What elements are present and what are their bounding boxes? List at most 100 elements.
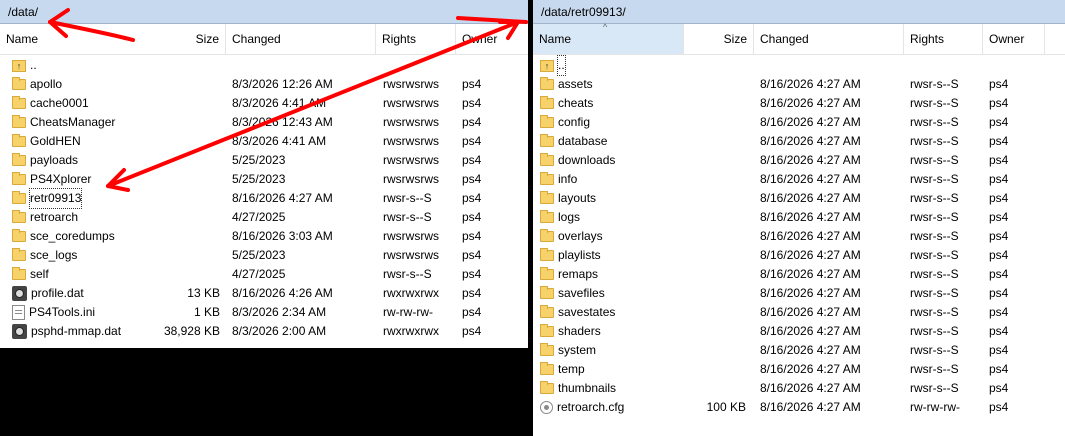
file-owner: ps4	[989, 400, 1009, 414]
file-name: self	[30, 267, 49, 281]
file-owner: ps4	[462, 210, 482, 224]
file-size	[683, 341, 746, 360]
folder-icon	[12, 96, 26, 109]
file-row[interactable]: remaps 8/16/2026 4:27 AM rwsr-s--S ps4	[533, 265, 1065, 284]
right-path-text: /data/retr09913/	[541, 4, 626, 19]
file-changed	[232, 56, 377, 75]
file-row[interactable]: sce_logs 5/25/2023 rwsrwsrws ps4	[0, 246, 528, 265]
file-size	[683, 56, 746, 75]
folder-icon	[540, 229, 554, 242]
file-row[interactable]: database 8/16/2026 4:27 AM rwsr-s--S ps4	[533, 132, 1065, 151]
file-owner: ps4	[989, 362, 1009, 376]
sort-ascending-icon: ^	[603, 22, 608, 32]
file-row[interactable]: layouts 8/16/2026 4:27 AM rwsr-s--S ps4	[533, 189, 1065, 208]
file-changed: 8/16/2026 4:27 AM	[760, 305, 861, 319]
file-name: config	[558, 115, 591, 129]
file-row[interactable]: logs 8/16/2026 4:27 AM rwsr-s--S ps4	[533, 208, 1065, 227]
file-row[interactable]: retroarch 4/27/2025 rwsr-s--S ps4	[0, 208, 528, 227]
file-changed: 8/16/2026 4:27 AM	[760, 324, 861, 338]
file-row[interactable]: cheats 8/16/2026 4:27 AM rwsr-s--S ps4	[533, 94, 1065, 113]
right-file-pane: /data/retr09913/ ^ Name Size Changed Rig…	[533, 0, 1065, 436]
file-row[interactable]: shaders 8/16/2026 4:27 AM rwsr-s--S ps4	[533, 322, 1065, 341]
file-row[interactable]: CheatsManager 8/3/2026 12:43 AM rwsrwsrws p…	[0, 113, 528, 132]
file-name-cell: config	[540, 113, 690, 132]
file-row[interactable]: downloads 8/16/2026 4:27 AM rwsr-s--S ps4	[533, 151, 1065, 170]
file-row[interactable]: retr09913 8/16/2026 4:27 AM rwsr-s--S ps4	[0, 188, 528, 209]
file-name-cell: info	[540, 170, 690, 189]
file-name: cache0001	[30, 96, 89, 110]
file-name-cell: cache0001	[12, 94, 162, 113]
file-row[interactable]: playlists 8/16/2026 4:27 AM rwsr-s--S ps4	[533, 246, 1065, 265]
file-name: ..	[30, 58, 37, 72]
file-name: thumbnails	[558, 381, 617, 395]
right-col-size[interactable]: Size	[684, 24, 754, 54]
file-row[interactable]: GoldHEN 8/3/2026 4:41 AM rwsrwsrws ps4	[0, 132, 528, 151]
left-col-size[interactable]: Size	[154, 24, 226, 54]
file-row[interactable]: ↑..	[533, 55, 1065, 76]
left-path-text: /data/	[8, 4, 39, 19]
file-row[interactable]: apollo 8/3/2026 12:26 AM rwsrwsrws ps4	[0, 75, 528, 94]
file-size	[683, 170, 746, 189]
file-size	[150, 151, 220, 170]
file-size	[683, 75, 746, 94]
left-column-header: Name Size Changed Rights Owner	[0, 24, 528, 55]
file-owner: ps4	[462, 324, 482, 338]
file-size	[150, 56, 220, 75]
file-rights: rwsr-s--S	[910, 191, 959, 205]
file-changed: 8/16/2026 4:27 AM	[760, 362, 861, 376]
file-row[interactable]: payloads 5/25/2023 rwsrwsrws ps4	[0, 151, 528, 170]
file-rights: rwxrwxrwx	[383, 324, 439, 338]
file-name-cell: sce_logs	[12, 246, 162, 265]
right-col-changed[interactable]: Changed	[754, 24, 904, 54]
file-name: ..	[557, 55, 566, 76]
file-size	[150, 208, 220, 227]
folder-icon	[12, 248, 26, 261]
file-name-cell: apollo	[12, 75, 162, 94]
file-row[interactable]: overlays 8/16/2026 4:27 AM rwsr-s--S ps4	[533, 227, 1065, 246]
left-path-bar[interactable]: /data/	[0, 0, 528, 24]
right-col-owner[interactable]: Owner	[983, 24, 1045, 54]
folder-icon	[12, 229, 26, 242]
folder-icon	[540, 115, 554, 128]
file-changed: 8/16/2026 4:27 AM	[760, 134, 861, 148]
file-name: payloads	[30, 153, 79, 167]
file-row[interactable]: self 4/27/2025 rwsr-s--S ps4	[0, 265, 528, 284]
file-row[interactable]: thumbnails 8/16/2026 4:27 AM rwsr-s--S ps4	[533, 379, 1065, 398]
file-row[interactable]: psphd-mmap.dat 38,928 KB 8/3/2026 2:00 AM r…	[0, 322, 528, 341]
file-changed: 8/16/2026 4:27 AM	[760, 400, 861, 414]
file-name-cell: logs	[540, 208, 690, 227]
file-row[interactable]: sce_coredumps 8/16/2026 3:03 AM rwsrwsrws p…	[0, 227, 528, 246]
file-name: retr09913	[28, 188, 83, 209]
right-col-name[interactable]: ^ Name	[533, 22, 684, 54]
file-row[interactable]: system 8/16/2026 4:27 AM rwsr-s--S ps4	[533, 341, 1065, 360]
file-row[interactable]: savestates 8/16/2026 4:27 AM rwsr-s--S ps4	[533, 303, 1065, 322]
file-changed	[760, 56, 905, 75]
left-col-rights[interactable]: Rights	[376, 24, 456, 54]
file-owner: ps4	[462, 115, 482, 129]
right-col-rights[interactable]: Rights	[904, 24, 983, 54]
file-row[interactable]: savefiles 8/16/2026 4:27 AM rwsr-s--S ps4	[533, 284, 1065, 303]
file-row[interactable]: cache0001 8/3/2026 4:41 AM rwsrwsrws ps4	[0, 94, 528, 113]
file-row[interactable]: config 8/16/2026 4:27 AM rwsr-s--S ps4	[533, 113, 1065, 132]
file-row[interactable]: ↑..	[0, 56, 528, 75]
file-name-cell: ↑..	[540, 55, 690, 76]
left-col-owner[interactable]: Owner	[456, 24, 528, 54]
file-changed: 8/16/2026 4:27 AM	[760, 267, 861, 281]
file-row[interactable]: profile.dat 13 KB 8/16/2026 4:26 AM rwxrwxr…	[0, 284, 528, 303]
file-row[interactable]: PS4Xplorer 5/25/2023 rwsrwsrws ps4	[0, 170, 528, 189]
file-row[interactable]: info 8/16/2026 4:27 AM rwsr-s--S ps4	[533, 170, 1065, 189]
file-row[interactable]: temp 8/16/2026 4:27 AM rwsr-s--S ps4	[533, 360, 1065, 379]
file-name-cell: GoldHEN	[12, 132, 162, 151]
file-name-cell: retroarch	[12, 208, 162, 227]
file-rights: rwsrwsrws	[383, 172, 439, 186]
file-row[interactable]: PS4Tools.ini 1 KB 8/3/2026 2:34 AM rw-rw-rw…	[0, 303, 528, 322]
file-row[interactable]: assets 8/16/2026 4:27 AM rwsr-s--S ps4	[533, 75, 1065, 94]
file-rights: rwsr-s--S	[910, 343, 959, 357]
file-row[interactable]: retroarch.cfg 100 KB 8/16/2026 4:27 AM rw-r…	[533, 398, 1065, 417]
right-path-bar[interactable]: /data/retr09913/	[533, 0, 1065, 24]
file-name: playlists	[558, 248, 601, 262]
file-name: temp	[558, 362, 585, 376]
file-rights: rwsr-s--S	[910, 77, 959, 91]
file-owner: ps4	[462, 229, 482, 243]
left-col-changed[interactable]: Changed	[226, 24, 376, 54]
